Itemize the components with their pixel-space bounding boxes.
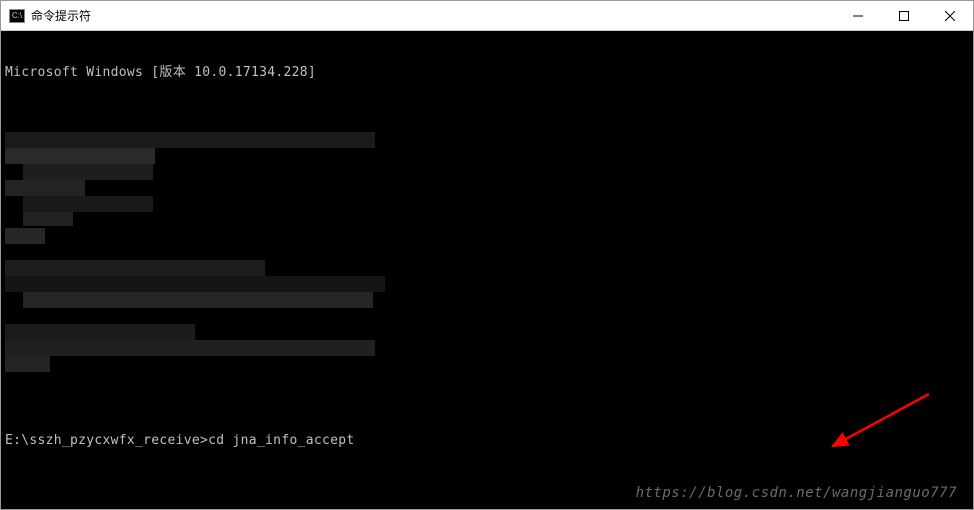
- maximize-button[interactable]: [881, 1, 927, 30]
- minimize-button[interactable]: [835, 1, 881, 30]
- terminal-area[interactable]: Microsoft Windows [版本 10.0.17134.228] E:…: [1, 31, 973, 509]
- maximize-icon: [899, 11, 909, 21]
- window-title: 命令提示符: [31, 7, 835, 24]
- terminal-line: E:\sszh_pzycxwfx_receive>cd jna_info_acc…: [5, 433, 969, 449]
- version-line: Microsoft Windows [版本 10.0.17134.228]: [5, 65, 969, 81]
- close-button[interactable]: [927, 1, 973, 30]
- watermark: https://blog.csdn.net/wangjianguo777: [636, 485, 957, 501]
- titlebar: C:\ 命令提示符: [1, 1, 973, 31]
- minimize-icon: [853, 11, 863, 21]
- prompt: E:\sszh_pzycxwfx_receive>: [5, 433, 208, 448]
- titlebar-controls: [835, 1, 973, 30]
- redacted-output: [5, 129, 969, 385]
- command-prompt-window: C:\ 命令提示符 Microsoft Windows [版本 10.0.171…: [0, 0, 974, 510]
- close-icon: [945, 11, 955, 21]
- cmd-icon: C:\: [9, 9, 25, 23]
- command-text: cd jna_info_accept: [208, 433, 354, 448]
